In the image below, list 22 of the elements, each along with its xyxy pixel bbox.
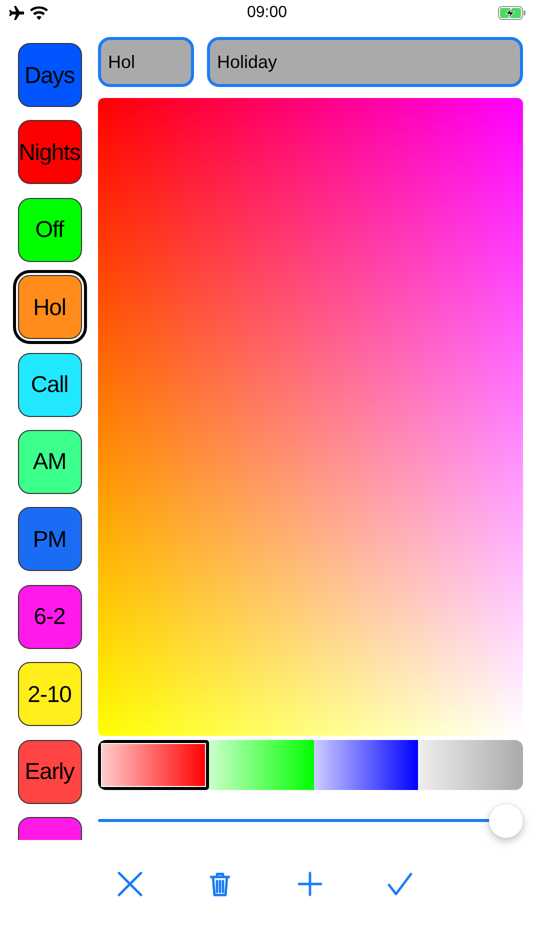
close-icon bbox=[116, 870, 144, 898]
shift-button[interactable]: Days bbox=[18, 43, 82, 107]
slider-thumb[interactable] bbox=[489, 804, 523, 838]
color-swatch[interactable] bbox=[418, 740, 523, 790]
status-time: 09:00 bbox=[246, 4, 288, 21]
shift-button[interactable]: 2-10 bbox=[18, 662, 82, 726]
color-swatch[interactable] bbox=[208, 740, 314, 790]
short-name-field[interactable]: Hol bbox=[98, 37, 194, 87]
color-swatch[interactable] bbox=[98, 740, 209, 790]
shift-button[interactable]: AM bbox=[18, 430, 82, 494]
shift-button[interactable]: PM bbox=[18, 507, 82, 572]
wifi-icon bbox=[30, 6, 48, 20]
color-swatch[interactable] bbox=[314, 740, 418, 790]
color-picker[interactable] bbox=[98, 98, 523, 736]
plus-icon bbox=[296, 870, 324, 898]
shift-button[interactable]: Call bbox=[18, 352, 82, 417]
shift-button[interactable]: Off bbox=[18, 198, 82, 262]
checkmark-icon bbox=[386, 870, 414, 898]
shift-button[interactable]: Nights bbox=[18, 120, 82, 184]
shift-button[interactable]: 6-2 bbox=[18, 584, 82, 649]
shift-button[interactable]: Early bbox=[18, 740, 82, 804]
long-name-field[interactable]: Holiday bbox=[207, 37, 523, 87]
